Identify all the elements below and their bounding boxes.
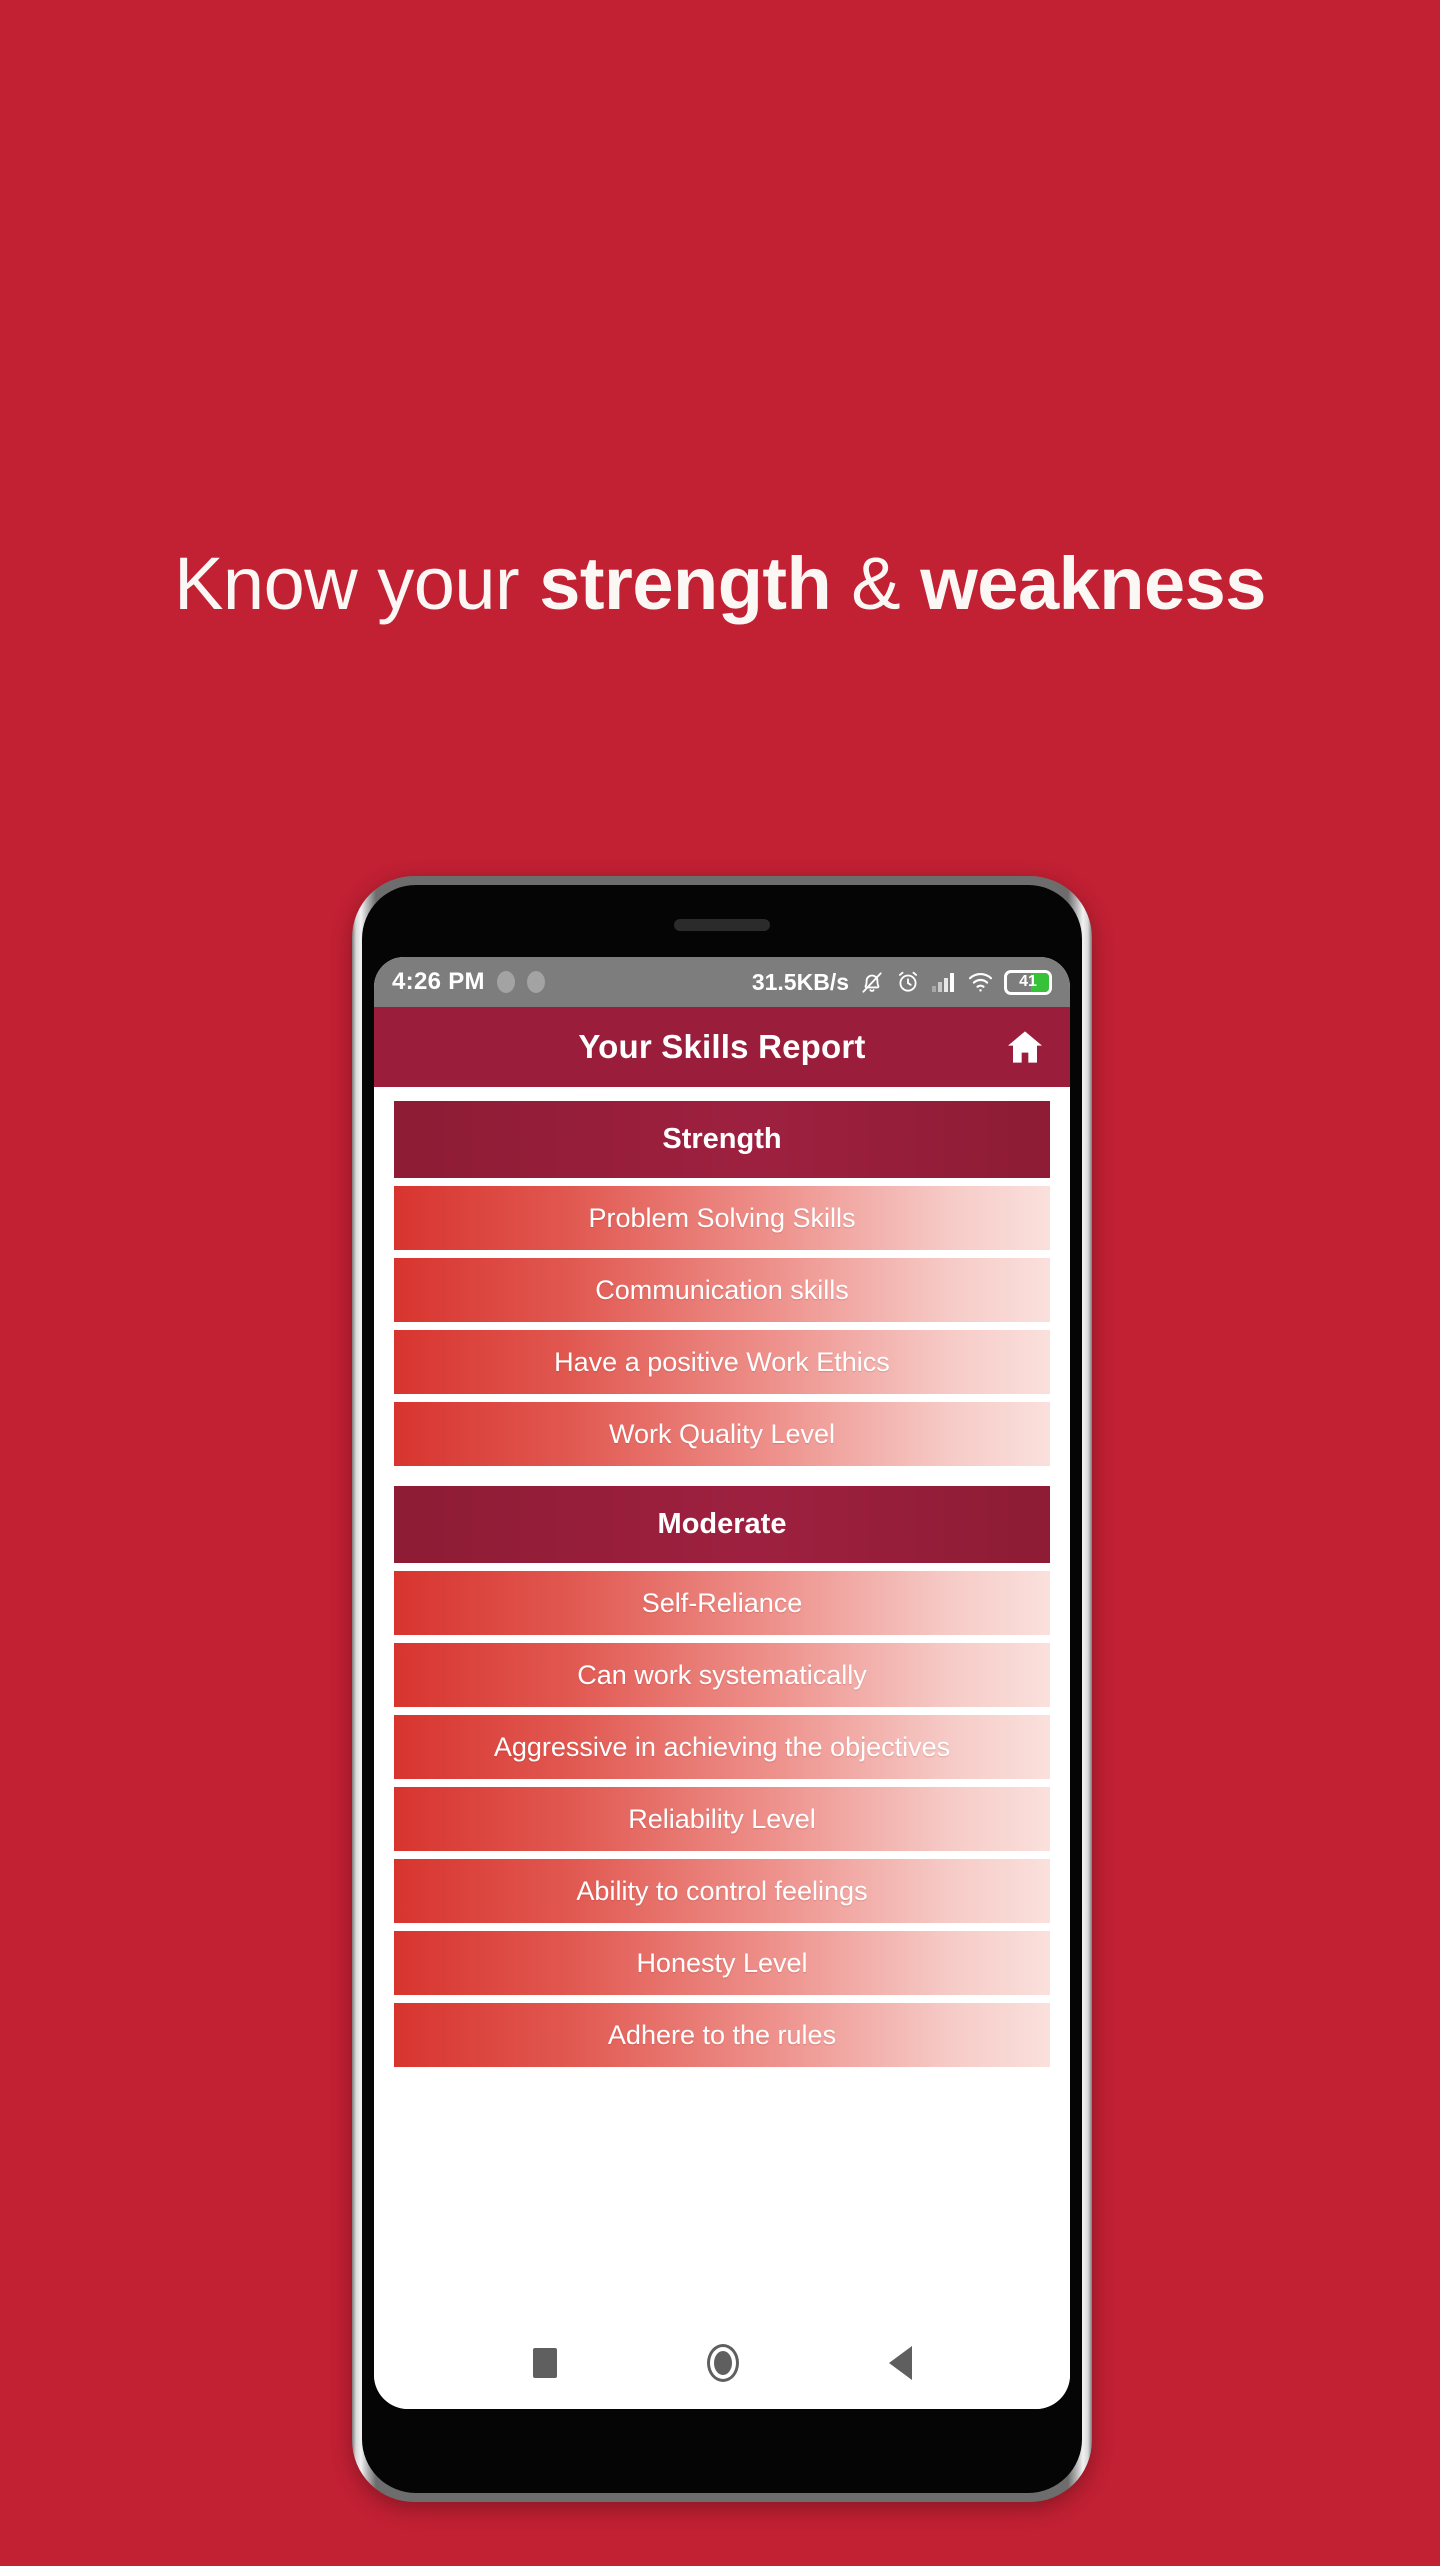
status-bar-right: 31.5KB/s 41 [752, 968, 1052, 996]
list-item[interactable]: Communication skills [394, 1258, 1050, 1322]
app-bar: Your Skills Report [374, 1007, 1070, 1087]
alarm-icon [898, 971, 918, 992]
list-item[interactable]: Honesty Level [394, 1931, 1050, 1995]
phone-screen: 4:26 PM 31.5KB/s 41 Your Skills Report S… [374, 957, 1070, 2409]
home-icon[interactable] [1002, 1024, 1048, 1070]
signal-icon [932, 973, 954, 992]
section-header-moderate: Moderate [394, 1486, 1050, 1563]
headline-part-1: Know your [174, 542, 540, 625]
wifi-icon [968, 972, 993, 992]
list-item[interactable]: Have a positive Work Ethics [394, 1330, 1050, 1394]
promo-headline: Know your strength & weakness [0, 536, 1440, 632]
notification-dot-icon [496, 971, 515, 993]
list-item[interactable]: Self-Reliance [394, 1571, 1050, 1635]
status-bar-left: 4:26 PM [392, 968, 545, 996]
network-speed-label: 31.5KB/s [751, 968, 849, 995]
section-header-strength: Strength [394, 1101, 1050, 1178]
phone-mockup: 4:26 PM 31.5KB/s 41 Your Skills Report S… [352, 876, 1092, 2502]
battery-level-label: 41 [1019, 973, 1037, 990]
list-item[interactable]: Aggressive in achieving the objectives [394, 1715, 1050, 1779]
back-triangle-icon[interactable] [888, 2346, 912, 2380]
notification-dot-icon [526, 971, 545, 993]
section-divider [394, 1474, 1050, 1486]
battery-icon: 41 [1004, 969, 1052, 995]
list-item[interactable]: Reliability Level [394, 1787, 1050, 1851]
headline-part-2: strength [539, 542, 832, 625]
skills-report-list[interactable]: Strength Problem Solving Skills Communic… [374, 1087, 1070, 2317]
recents-square-icon[interactable] [532, 2348, 557, 2378]
phone-glass: 4:26 PM 31.5KB/s 41 Your Skills Report S… [362, 885, 1082, 2493]
status-bar: 4:26 PM 31.5KB/s 41 [374, 957, 1070, 1007]
list-item[interactable]: Work Quality Level [394, 1402, 1050, 1466]
list-item[interactable]: Adhere to the rules [394, 2003, 1050, 2067]
page-title: Your Skills Report [578, 1028, 866, 1065]
list-item[interactable]: Can work systematically [394, 1643, 1050, 1707]
earpiece-speaker-icon [674, 919, 770, 931]
headline-part-4: weakness [920, 542, 1266, 625]
status-bar-clock: 4:26 PM [392, 968, 485, 995]
bell-off-icon [862, 972, 882, 993]
headline-part-3: & [831, 542, 921, 625]
list-item[interactable]: Ability to control feelings [394, 1859, 1050, 1923]
home-circle-icon[interactable] [706, 2344, 739, 2382]
list-item[interactable]: Problem Solving Skills [394, 1186, 1050, 1250]
android-nav-bar [374, 2317, 1070, 2409]
